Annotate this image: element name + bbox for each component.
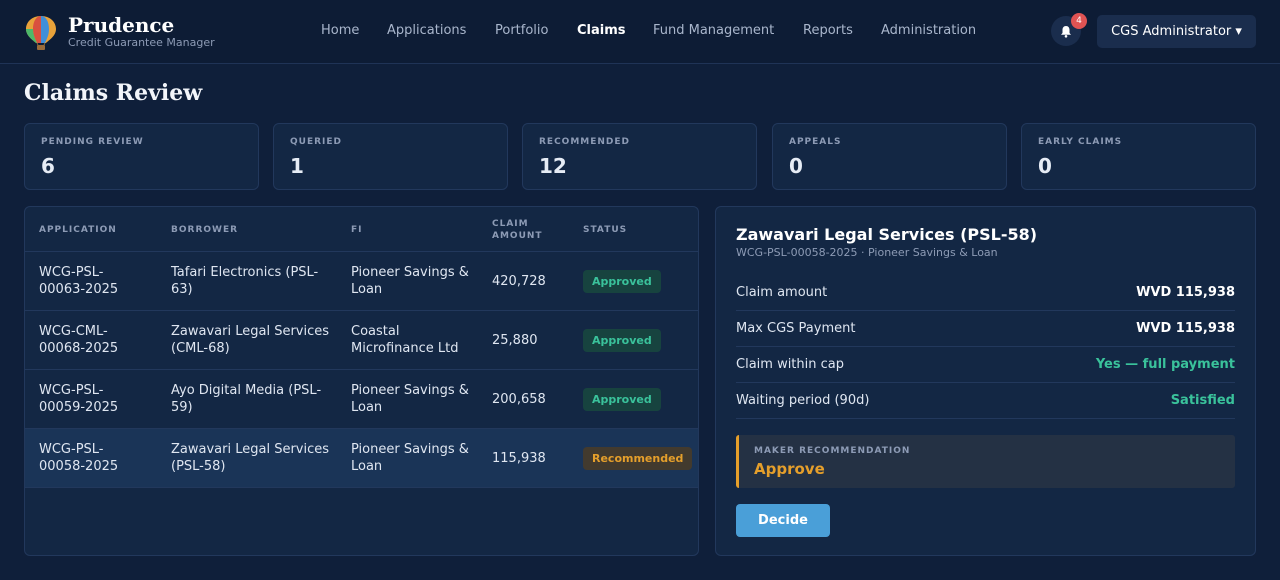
cell-borrower: Ayo Digital Media (PSL-59): [171, 383, 322, 415]
cell-status: Recommended: [583, 429, 693, 487]
hot-air-balloon-logo-icon: [26, 16, 56, 50]
column-header-status: STATUS: [583, 224, 628, 235]
cell-fi: Pioneer Savings & Loan: [351, 265, 469, 297]
stat-card-appeals: APPEALS 0: [772, 123, 1007, 190]
stat-card-pending-review: PENDING REVIEW 6: [24, 123, 259, 190]
detail-value: WVD 115,938: [1136, 285, 1235, 300]
stat-value: 0: [789, 154, 803, 178]
notification-count-badge: 4: [1071, 13, 1087, 29]
top-bar: Prudence Credit Guarantee Manager Home A…: [0, 0, 1280, 64]
status-badge: Recommended: [583, 446, 693, 470]
detail-row-claim-within-cap: Claim within cap Yes — full payment: [736, 347, 1235, 383]
cell-application: WCG-CML-00068-2025: [39, 324, 119, 356]
detail-label: Waiting period (90d): [736, 393, 870, 408]
stat-value: 1: [290, 154, 304, 178]
detail-label: Max CGS Payment: [736, 321, 856, 336]
status-badge: Approved: [583, 269, 661, 293]
stat-label: RECOMMENDED: [539, 137, 631, 147]
cell-borrower: Tafari Electronics (PSL-63): [171, 265, 319, 297]
cell-claim-amount: 200,658: [492, 391, 546, 407]
status-badge: Approved: [583, 328, 661, 352]
recommendation-label: MAKER RECOMMENDATION: [754, 446, 911, 456]
cell-status: Approved: [583, 311, 661, 369]
bell-icon: [1061, 25, 1071, 38]
cell-claim-amount: 420,728: [492, 273, 546, 289]
stat-label: QUERIED: [290, 137, 343, 147]
cell-fi: Coastal Microfinance Ltd: [351, 324, 459, 356]
cell-application: WCG-PSL-00059-2025: [39, 383, 119, 415]
cell-borrower: Zawavari Legal Services (PSL-58): [171, 442, 330, 474]
decide-button[interactable]: Decide: [736, 504, 830, 537]
stat-value: 0: [1038, 154, 1052, 178]
cell-application: WCG-PSL-00063-2025: [39, 265, 119, 297]
table-row-selected[interactable]: WCG-PSL-00058-2025 Zawavari Legal Servic…: [25, 429, 698, 488]
column-header-claim-amount: CLAIM AMOUNT: [492, 218, 543, 241]
cell-claim-amount: 25,880: [492, 332, 538, 348]
stat-value: 12: [539, 154, 567, 178]
claims-table: APPLICATION BORROWER FI CLAIM AMOUNT STA…: [24, 206, 699, 556]
nav-item-portfolio[interactable]: Portfolio: [495, 23, 548, 38]
nav-item-applications[interactable]: Applications: [387, 23, 466, 38]
detail-value: Yes — full payment: [1095, 357, 1235, 372]
maker-recommendation-box: MAKER RECOMMENDATION Approve: [736, 435, 1235, 488]
page-title: Claims Review: [24, 80, 203, 106]
brand-subtitle: Credit Guarantee Manager: [68, 36, 215, 49]
recommendation-value: Approve: [754, 460, 825, 478]
status-badge: Approved: [583, 387, 661, 411]
column-header-borrower: BORROWER: [171, 224, 239, 235]
cell-status: Approved: [583, 370, 661, 428]
detail-value: Satisfied: [1170, 393, 1235, 408]
nav-item-reports[interactable]: Reports: [803, 23, 853, 38]
claim-detail-panel: Zawavari Legal Services (PSL-58) WCG-PSL…: [715, 206, 1256, 556]
detail-label: Claim amount: [736, 285, 828, 300]
detail-label: Claim within cap: [736, 357, 844, 372]
detail-row-max-cgs-payment: Max CGS Payment WVD 115,938: [736, 311, 1235, 347]
stat-label: EARLY CLAIMS: [1038, 137, 1123, 147]
stat-label: APPEALS: [789, 137, 842, 147]
detail-value: WVD 115,938: [1136, 321, 1235, 336]
nav-item-administration[interactable]: Administration: [881, 23, 976, 38]
column-header-application: APPLICATION: [39, 224, 117, 235]
detail-title: Zawavari Legal Services (PSL-58): [736, 225, 1038, 244]
user-menu-button[interactable]: CGS Administrator ▾: [1097, 15, 1256, 48]
detail-row-claim-amount: Claim amount WVD 115,938: [736, 275, 1235, 311]
nav-item-claims[interactable]: Claims: [577, 23, 626, 38]
cell-fi: Pioneer Savings & Loan: [351, 383, 469, 415]
column-header-fi: FI: [351, 224, 363, 235]
cell-status: Approved: [583, 252, 661, 310]
stat-card-queried: QUERIED 1: [273, 123, 508, 190]
detail-subtitle: WCG-PSL-00058-2025 · Pioneer Savings & L…: [736, 246, 998, 259]
nav-item-fund-management[interactable]: Fund Management: [653, 23, 774, 38]
cell-application: WCG-PSL-00058-2025: [39, 442, 119, 474]
table-row[interactable]: WCG-PSL-00063-2025 Tafari Electronics (P…: [25, 252, 698, 311]
table-row[interactable]: WCG-PSL-00059-2025 Ayo Digital Media (PS…: [25, 370, 698, 429]
brand-name: Prudence: [68, 13, 175, 37]
cell-fi: Pioneer Savings & Loan: [351, 442, 469, 474]
cell-claim-amount: 115,938: [492, 450, 546, 466]
detail-row-waiting-period: Waiting period (90d) Satisfied: [736, 383, 1235, 419]
nav-item-home[interactable]: Home: [321, 23, 359, 38]
stat-label: PENDING REVIEW: [41, 137, 144, 147]
table-row[interactable]: WCG-CML-00068-2025 Zawavari Legal Servic…: [25, 311, 698, 370]
stat-card-recommended: RECOMMENDED 12: [522, 123, 757, 190]
cell-borrower: Zawavari Legal Services (CML-68): [171, 324, 330, 356]
stat-value: 6: [41, 154, 55, 178]
stat-card-early-claims: EARLY CLAIMS 0: [1021, 123, 1256, 190]
